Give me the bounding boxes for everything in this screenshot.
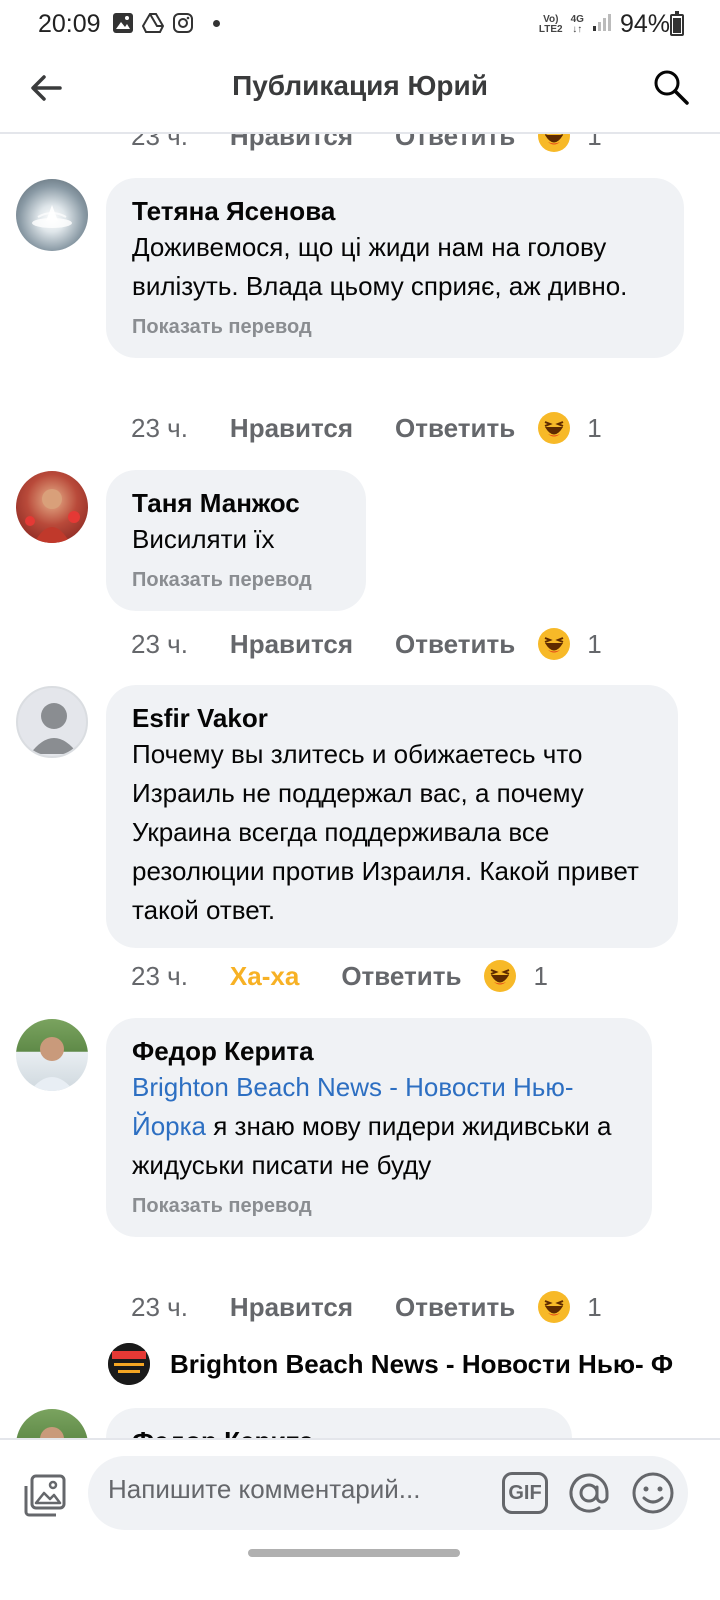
- replies-preview[interactable]: Brighton Beach News - Новости Нью- Ф: [108, 1342, 673, 1386]
- haha-reaction-icon[interactable]: [537, 134, 571, 153]
- mention-at-icon[interactable]: [566, 1470, 612, 1516]
- avatar[interactable]: [16, 179, 88, 251]
- comment-time: 23 ч.: [131, 960, 188, 991]
- comment-time: 23 ч.: [131, 1291, 188, 1322]
- avatar[interactable]: [16, 1019, 88, 1091]
- reaction-count: 1: [533, 960, 548, 991]
- page-title: Публикация Юрий: [232, 70, 488, 101]
- comment-author[interactable]: Федор Керита: [132, 1424, 546, 1438]
- comment-actions-row: 23 ч. Нравится Ответить 1: [131, 1287, 602, 1327]
- like-button[interactable]: Нравится: [230, 1292, 353, 1323]
- reply-author-preview[interactable]: Brighton Beach News - Новости Нью- Ф: [170, 1349, 673, 1380]
- comment-actions-row: 23 ч. Ха-ха Ответить 1: [131, 956, 548, 996]
- comment-bubble[interactable]: Федор Керита Brighton Beach News - Новос…: [106, 1018, 652, 1237]
- comment-composer: GIF: [0, 1438, 720, 1566]
- gallery-notification-icon: [112, 12, 134, 34]
- show-translation-link[interactable]: Показать перевод: [132, 314, 658, 340]
- comment-bubble[interactable]: Таня Манжос Висиляти їх Показать перевод: [106, 470, 366, 611]
- comment-bubble[interactable]: Тетяна Ясенова Доживемося, що ці жиди на…: [106, 178, 684, 358]
- avatar[interactable]: [16, 1409, 88, 1438]
- reply-button[interactable]: Ответить: [395, 134, 515, 152]
- comment-text: Висиляти їх: [132, 524, 275, 554]
- reply-button[interactable]: Ответить: [395, 413, 515, 444]
- haha-reaction-icon[interactable]: [537, 627, 571, 661]
- comment-author[interactable]: Esfir Vakor: [132, 701, 652, 735]
- search-icon[interactable]: [652, 68, 690, 106]
- app-header: Публикация Юрий: [0, 48, 720, 134]
- reaction-count: 1: [587, 412, 602, 443]
- comment-text: Brighton Beach News - Новости Нью-Йорка …: [132, 1068, 626, 1185]
- notification-icons: [112, 12, 194, 34]
- status-right: Vo) LTE2 4G ↓↑ 94%: [539, 10, 670, 39]
- status-bar: 20:09 Vo) LTE2 4G ↓↑ 94%: [0, 0, 720, 48]
- comment-author[interactable]: Федор Керита: [132, 1034, 626, 1068]
- status-time: 20:09: [38, 10, 101, 38]
- comment-text: Доживемося, що ці жиди нам на голову вил…: [132, 232, 628, 301]
- like-button[interactable]: Нравится: [230, 134, 353, 152]
- battery-icon: [670, 11, 684, 36]
- comment-text: Почему вы злитесь и обижаетесь что Израи…: [132, 739, 639, 925]
- avatar[interactable]: [16, 471, 88, 543]
- comment-actions-row: 23 ч. Нравится Ответить 1: [131, 408, 602, 448]
- haha-reaction-button[interactable]: Ха-ха: [230, 961, 299, 992]
- like-button[interactable]: Нравится: [230, 629, 353, 660]
- show-translation-link[interactable]: Показать перевод: [132, 567, 340, 593]
- haha-reaction-icon[interactable]: [483, 959, 517, 993]
- instagram-notification-icon: [172, 12, 194, 34]
- volte-indicator: Vo) LTE2: [538, 13, 563, 35]
- reaction-count: 1: [587, 1291, 602, 1322]
- comment-actions-row: 23 ч. Нравится Ответить 1: [131, 624, 602, 664]
- home-indicator[interactable]: [248, 1549, 460, 1557]
- default-avatar-icon[interactable]: [16, 686, 88, 758]
- reaction-count: 1: [587, 134, 602, 151]
- reply-button[interactable]: Ответить: [395, 1292, 515, 1323]
- signal-icon: [592, 12, 612, 37]
- comment-input[interactable]: [108, 1474, 488, 1505]
- show-translation-link[interactable]: Показать перевод: [132, 1193, 626, 1219]
- comment-box: GIF: [88, 1456, 688, 1530]
- comment-time: 23 ч.: [131, 134, 188, 151]
- more-notifications-dot: [213, 20, 220, 27]
- emoji-icon[interactable]: [630, 1470, 676, 1516]
- reply-button[interactable]: Ответить: [395, 629, 515, 660]
- haha-reaction-icon[interactable]: [537, 1290, 571, 1324]
- comment-actions-row: 23 ч. Нравится Ответить 1: [131, 134, 602, 156]
- reply-avatar[interactable]: [108, 1343, 150, 1385]
- reply-button[interactable]: Ответить: [341, 961, 461, 992]
- comment-bubble[interactable]: Федор Керита: [106, 1408, 572, 1438]
- battery-percent: 94%: [619, 10, 670, 38]
- comment-time: 23 ч.: [131, 628, 188, 659]
- comment-author[interactable]: Тетяна Ясенова: [132, 194, 658, 228]
- comments-feed[interactable]: 23 ч. Нравится Ответить 1 Тетяна Ясенова…: [0, 134, 720, 1438]
- drive-notification-icon: [142, 12, 164, 34]
- comment-author[interactable]: Таня Манжос: [132, 486, 340, 520]
- gif-button[interactable]: GIF: [502, 1472, 548, 1514]
- comment-time: 23 ч.: [131, 412, 188, 443]
- like-button[interactable]: Нравится: [230, 413, 353, 444]
- network-type-indicator: 4G ↓↑: [570, 13, 584, 35]
- photo-icon[interactable]: [22, 1472, 68, 1518]
- reaction-count: 1: [587, 628, 602, 659]
- haha-reaction-icon[interactable]: [537, 411, 571, 445]
- comment-bubble[interactable]: Esfir Vakor Почему вы злитесь и обижаете…: [106, 685, 678, 948]
